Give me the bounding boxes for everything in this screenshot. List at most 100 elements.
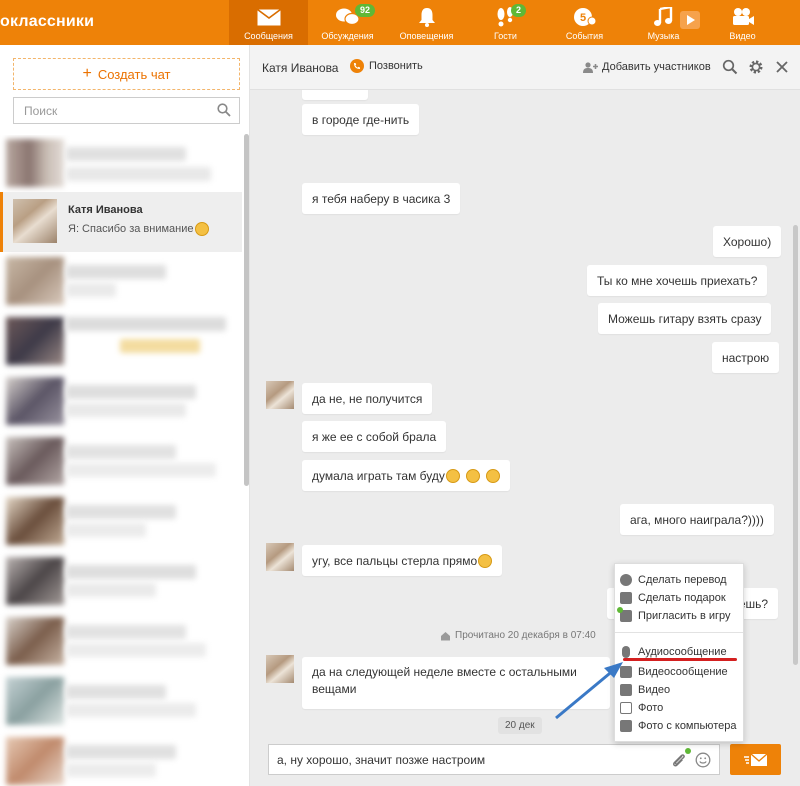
message-text: Ты ко мне хочешь приехать? bbox=[597, 273, 758, 288]
menu-item-money-transfer[interactable]: Сделать перевод bbox=[620, 572, 727, 588]
smiley-icon[interactable] bbox=[695, 752, 711, 768]
message-bubble-incoming[interactable]: я тебя наберу в часика 3 bbox=[302, 183, 461, 214]
message-bubble-outgoing[interactable]: ага, много наиграла?)))) bbox=[620, 504, 774, 535]
blurred-text bbox=[66, 583, 156, 597]
laughing-emoji-icon bbox=[194, 222, 209, 236]
chat-list-item[interactable] bbox=[0, 433, 242, 493]
laughing-emoji-icon bbox=[478, 553, 493, 568]
sender-avatar[interactable] bbox=[266, 543, 294, 571]
play-music-button[interactable] bbox=[680, 11, 700, 29]
menu-divider bbox=[615, 632, 743, 633]
menu-item-video-message[interactable]: Видеосообщение bbox=[620, 664, 728, 680]
conversation-title[interactable]: Катя Иванова bbox=[262, 61, 338, 75]
laughing-emoji-icon bbox=[465, 468, 480, 483]
message-bubble-outgoing[interactable]: Хорошо) bbox=[713, 226, 782, 257]
message-input[interactable] bbox=[269, 745, 659, 774]
message-bubble-incoming[interactable]: думала играть там буду bbox=[302, 460, 510, 491]
create-chat-button[interactable]: + Создать чат bbox=[13, 58, 240, 90]
chat-list-scrollbar[interactable] bbox=[244, 134, 249, 486]
nav-guests[interactable]: 2 Гости bbox=[466, 0, 545, 45]
blurred-text bbox=[66, 167, 211, 181]
search-icon[interactable] bbox=[722, 59, 738, 75]
play-icon bbox=[686, 15, 695, 25]
menu-item-video[interactable]: Видео bbox=[620, 682, 670, 698]
blurred-text bbox=[66, 505, 176, 519]
message-bubble-outgoing[interactable]: Можешь гитару взять сразу bbox=[598, 303, 772, 334]
video-camera-icon bbox=[730, 6, 756, 28]
message-bubble-incoming[interactable]: в городе где-нить bbox=[302, 104, 420, 135]
blurred-avatar bbox=[6, 737, 64, 785]
nav-label: События bbox=[565, 31, 604, 41]
add-participants-button[interactable]: Добавить участников bbox=[583, 61, 711, 73]
blurred-text bbox=[66, 745, 176, 759]
send-envelope-icon bbox=[743, 752, 767, 766]
message-bubble-outgoing[interactable]: настрою bbox=[712, 342, 780, 373]
chat-list-item[interactable] bbox=[0, 373, 242, 433]
chat-list-item[interactable] bbox=[0, 733, 242, 786]
read-status: Прочитано 20 декабря в 07:40 bbox=[440, 630, 596, 641]
message-feed-scrollbar[interactable] bbox=[793, 225, 798, 665]
gear-icon[interactable] bbox=[748, 59, 764, 75]
chat-preview-row: Я: Спасибо за внимание bbox=[68, 222, 209, 236]
nav-video[interactable]: Видео bbox=[703, 0, 782, 45]
chat-list-item[interactable] bbox=[0, 673, 242, 733]
send-button[interactable] bbox=[730, 744, 781, 775]
chat-list-item[interactable] bbox=[0, 135, 242, 195]
chat-list-item[interactable] bbox=[0, 313, 242, 373]
blurred-text bbox=[66, 523, 146, 537]
chat-list-item-active[interactable]: Катя Иванова Я: Спасибо за внимание bbox=[0, 192, 242, 252]
attach-indicator-dot bbox=[685, 748, 691, 754]
menu-item-label: Аудиосообщение bbox=[638, 646, 727, 658]
message-text: ага, много наиграла?)))) bbox=[630, 512, 764, 527]
message-text: настрою bbox=[722, 350, 770, 365]
nav-discussions[interactable]: 92 Обсуждения bbox=[308, 0, 387, 45]
message-text: в городе где-нить bbox=[312, 112, 410, 127]
chat-list-item[interactable] bbox=[0, 553, 242, 613]
blurred-avatar bbox=[6, 437, 64, 485]
message-text: Можешь гитару взять сразу bbox=[608, 311, 762, 326]
discussions-badge: 92 bbox=[355, 4, 376, 17]
close-icon[interactable] bbox=[774, 59, 790, 75]
laughing-emoji-icon bbox=[485, 468, 500, 483]
message-bubble-incoming[interactable]: да не, не получится bbox=[302, 383, 433, 414]
menu-item-gift[interactable]: Сделать подарок bbox=[620, 590, 726, 606]
search-icon[interactable] bbox=[217, 103, 231, 117]
blurred-avatar bbox=[6, 257, 64, 305]
home-read-icon bbox=[441, 631, 450, 640]
call-button[interactable]: Позвонить bbox=[350, 59, 423, 73]
blurred-avatar bbox=[6, 139, 64, 187]
blurred-text bbox=[66, 463, 216, 477]
message-bubble-outgoing[interactable]: Ты ко мне хочешь приехать? bbox=[587, 265, 768, 296]
blurred-avatar bbox=[6, 497, 64, 545]
menu-item-photo[interactable]: Фото bbox=[620, 700, 663, 716]
message-bubble-incoming[interactable]: я же ее с собой брала bbox=[302, 421, 447, 452]
chat-list: Катя Иванова Я: Спасибо за внимание bbox=[0, 135, 242, 786]
menu-item-label: Видео bbox=[638, 684, 671, 696]
sender-avatar[interactable] bbox=[266, 655, 294, 683]
blurred-text bbox=[66, 265, 166, 279]
nav-events[interactable]: 5 События bbox=[545, 0, 624, 45]
music-note-icon bbox=[651, 6, 677, 28]
menu-item-invite-game[interactable]: Пригласить в игру bbox=[620, 608, 731, 624]
chat-list-item[interactable] bbox=[0, 253, 242, 313]
nav-notifications[interactable]: Оповещения bbox=[387, 0, 466, 45]
plus-icon: + bbox=[82, 65, 92, 82]
chat-search-input[interactable] bbox=[14, 98, 204, 123]
highlight-underline bbox=[623, 658, 737, 661]
chat-list-item[interactable] bbox=[0, 493, 242, 553]
message-text: думала играть там буду bbox=[312, 468, 445, 483]
microphone-icon bbox=[622, 646, 630, 658]
nav-messages[interactable]: Сообщения bbox=[229, 0, 308, 45]
message-bubble-incoming[interactable]: угу, все пальцы стерла прямо bbox=[302, 545, 503, 576]
message-bubble-incoming[interactable]: да на следующей неделе вместе с остальны… bbox=[302, 657, 610, 709]
paperclip-icon[interactable] bbox=[671, 752, 687, 768]
site-logo[interactable]: оклассники bbox=[0, 13, 94, 31]
blurred-text bbox=[66, 283, 116, 297]
menu-item-photo-from-computer[interactable]: Фото с компьютера bbox=[620, 718, 736, 734]
chat-list-item[interactable] bbox=[0, 613, 242, 673]
photo-icon bbox=[620, 702, 632, 714]
blurred-text bbox=[66, 565, 196, 579]
menu-item-label: Сделать перевод bbox=[638, 574, 727, 586]
message-text: угу, все пальцы стерла прямо bbox=[312, 553, 478, 568]
sender-avatar[interactable] bbox=[266, 381, 294, 409]
